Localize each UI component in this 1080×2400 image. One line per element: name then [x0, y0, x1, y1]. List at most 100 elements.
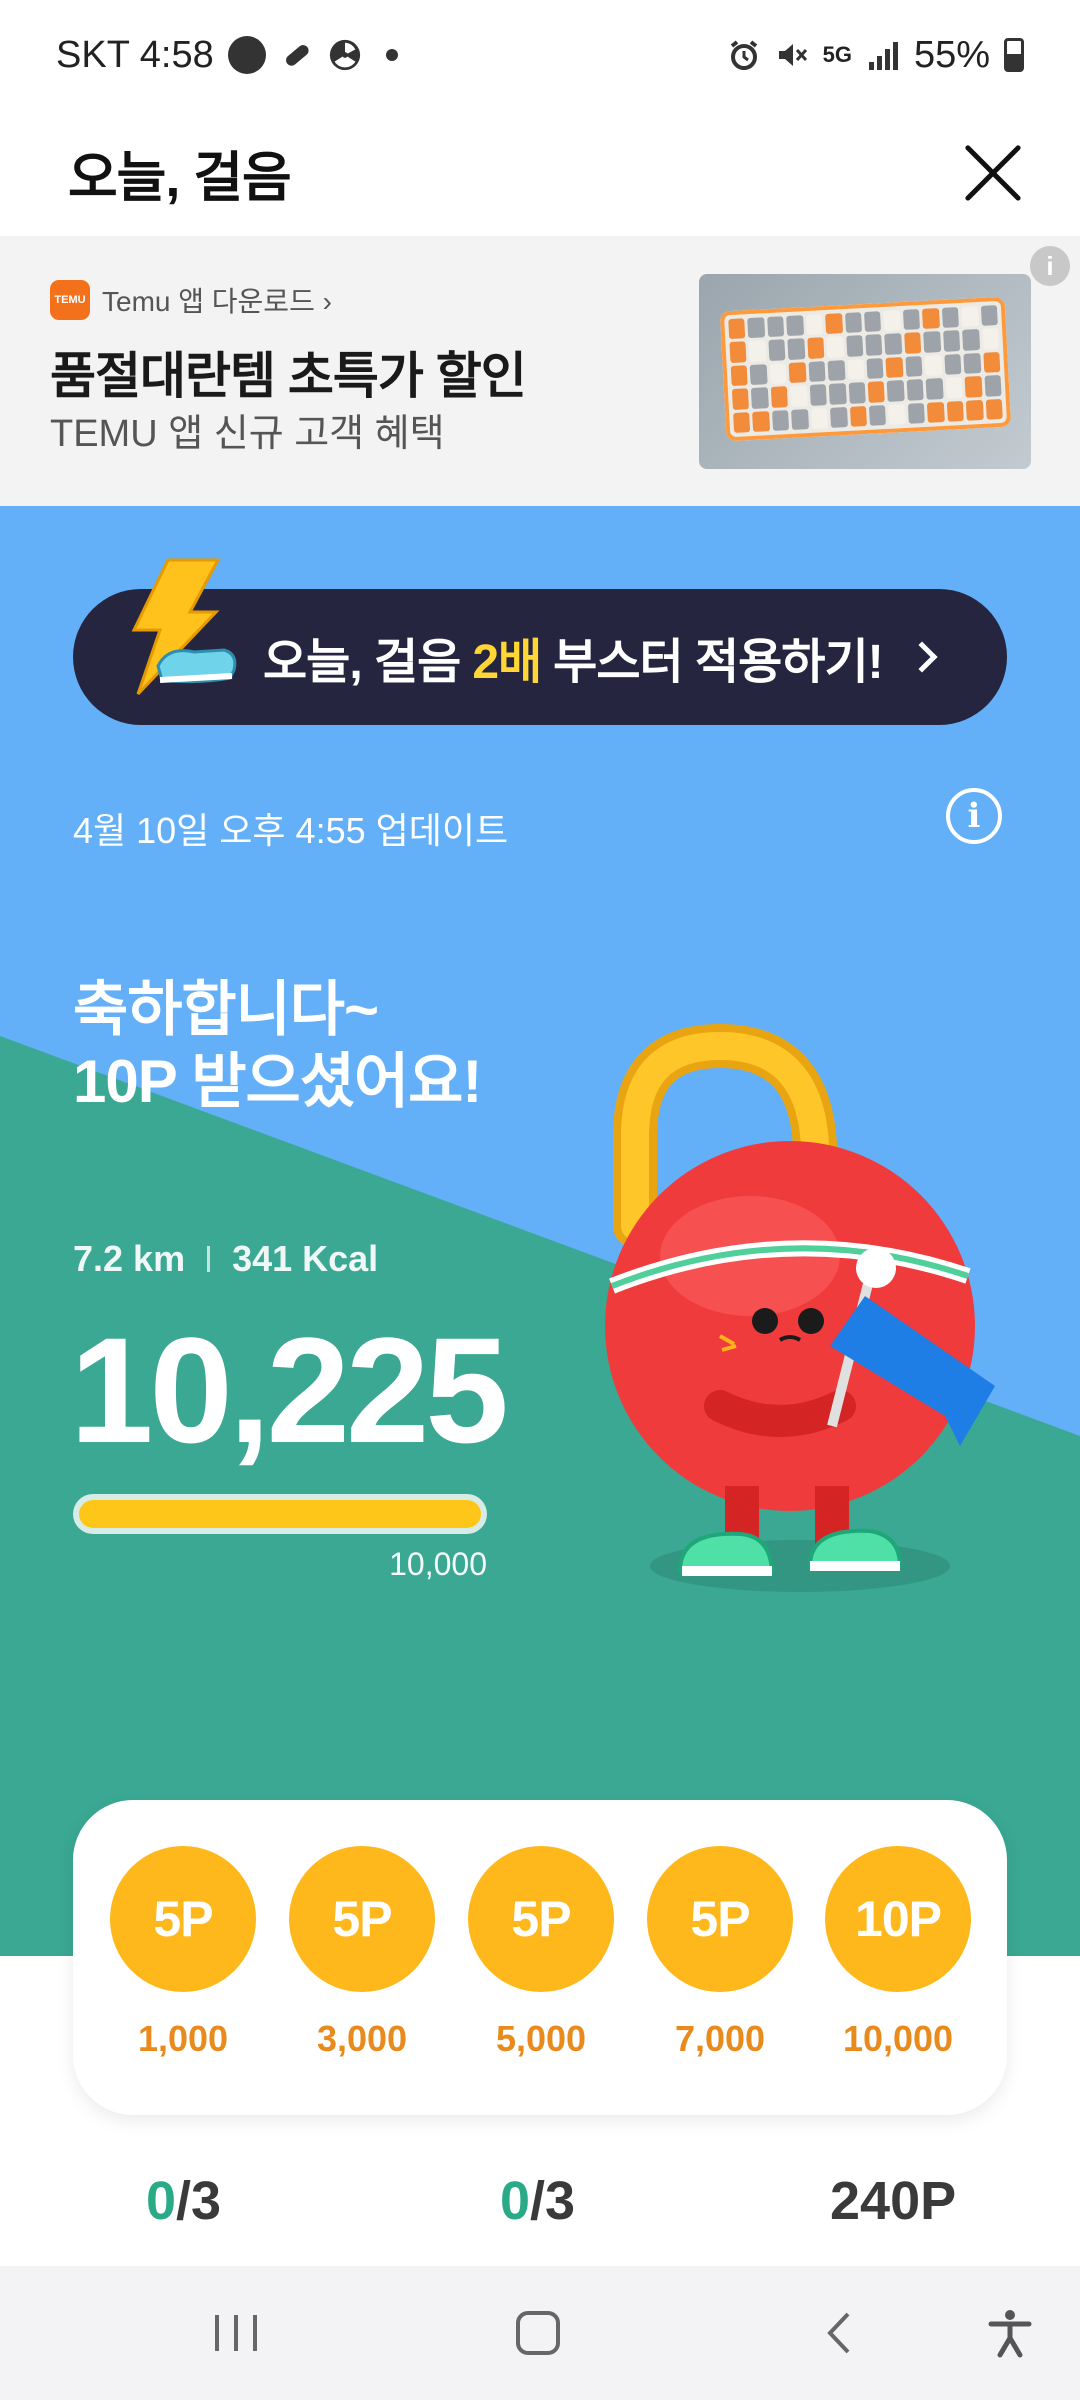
booster-suffix: 부스터 적용하기!: [553, 636, 883, 689]
ad-source[interactable]: TEMU Temu 앱 다운로드 ›: [50, 280, 332, 320]
reward-step-threshold: 1,000: [137, 2018, 229, 2059]
keyboard-key: [791, 408, 809, 430]
keyboard-key: [905, 355, 923, 378]
keyboard-key: [904, 332, 922, 354]
keyboard-key: [923, 331, 941, 353]
keyboard-key: [941, 307, 960, 329]
keyboard-key: [922, 308, 940, 330]
reward-coin: 5P: [468, 1846, 614, 1992]
keyboard-key: [887, 380, 905, 402]
reward-milestone[interactable]: 10P 10,000: [825, 1846, 971, 2060]
back-button[interactable]: [780, 2266, 900, 2400]
keyboard-key: [733, 411, 751, 433]
counter-first-total: /3: [176, 2171, 222, 2231]
keyboard-key: [924, 354, 943, 377]
keyboard-key: [844, 312, 863, 334]
update-time: 4월 10일 오후 4:55 업데이트: [73, 810, 509, 851]
header: 오늘, 걸음: [0, 110, 1080, 235]
battery-icon: [1004, 38, 1024, 72]
keyboard-key: [885, 356, 904, 379]
keyboard-key: [786, 315, 804, 337]
keyboard-key: [847, 358, 865, 381]
keyboard-key: [985, 398, 1003, 420]
keyboard-key: [944, 353, 962, 376]
keyboard-key: [750, 363, 768, 386]
keyboard-key: [810, 407, 829, 429]
counter-second-total: /3: [530, 2171, 576, 2231]
keyboard-key: [830, 406, 848, 428]
reward-milestone[interactable]: 5P 7,000: [647, 1846, 793, 2060]
points-total: 240P: [830, 2170, 956, 2232]
home-button[interactable]: [478, 2266, 598, 2400]
keyboard-key: [825, 313, 843, 335]
distance: 7.2 km: [73, 1238, 186, 1279]
ad-keyboard-image[interactable]: [699, 274, 1031, 469]
counters-row: 0/3 0/3 240P: [0, 2170, 1080, 2250]
status-bar: SKT 4:58 5G 55%: [0, 0, 1080, 110]
carrier-time: SKT 4:58: [56, 33, 214, 76]
keyboard-key: [790, 385, 808, 407]
keyboard-key: [884, 333, 903, 355]
step-progress-bar: [73, 1494, 487, 1534]
keyboard-key: [980, 305, 998, 327]
signal-icon: [866, 38, 900, 72]
chevron-right-icon: [906, 641, 938, 673]
reward-coin: 5P: [647, 1846, 793, 1992]
ad-info-icon[interactable]: i: [1030, 246, 1070, 286]
lock-app-icon: [227, 36, 266, 74]
keyboard-key: [730, 364, 749, 387]
keyboard-key: [787, 338, 806, 360]
keyboard-key: [942, 330, 961, 352]
reward-coin: 5P: [289, 1846, 435, 1992]
notification-dot-icon: [385, 49, 398, 61]
network-type: 5G: [822, 42, 852, 67]
close-button[interactable]: [958, 138, 1028, 208]
accessibility-icon: [988, 2310, 1032, 2358]
milestone-rewards-card: 5P 1,000 5P 3,000 5P 5,000 5P 7,000 10P 10,000: [73, 1800, 1007, 2115]
accessibility-button[interactable]: [950, 2266, 1070, 2400]
keyboard-key: [866, 357, 884, 380]
info-icon[interactable]: i: [946, 788, 1002, 844]
keyboard-key: [747, 317, 766, 339]
mute-icon: [775, 38, 809, 72]
keyboard-key: [729, 341, 747, 363]
pill-icon: [280, 38, 314, 72]
reward-milestone[interactable]: 5P 5,000: [468, 1846, 614, 2060]
recent-apps-icon: [215, 2315, 257, 2351]
keyboard-key: [751, 387, 769, 409]
ad-source-label: Temu 앱 다운로드 ›: [102, 286, 332, 317]
counter-second: 0/3: [500, 2170, 575, 2232]
keyboard-key: [849, 405, 867, 427]
step-goal: 10,000: [389, 1546, 487, 1582]
congrats-line1: 축하합니다~: [73, 976, 379, 1043]
keyboard-key: [982, 351, 1001, 373]
reward-milestone[interactable]: 5P 3,000: [289, 1846, 435, 2060]
keyboard-key: [867, 381, 886, 403]
keyboard-key: [826, 336, 844, 358]
keyboard-key: [961, 306, 979, 328]
reward-coin: 10P: [825, 1846, 971, 1992]
recent-apps-button[interactable]: [176, 2266, 296, 2400]
keyboard-key: [788, 361, 807, 384]
keyboard-key: [728, 318, 746, 340]
congrats-message: 축하합니다~ 10P 받으셨어요!: [73, 974, 482, 1118]
lightning-shoe-icon: [131, 558, 237, 696]
keyboard-key: [888, 403, 906, 425]
reward-step-threshold: 10,000: [842, 2018, 954, 2059]
keyboard-key: [963, 352, 981, 375]
status-left: SKT 4:58: [56, 34, 398, 77]
reward-step-threshold: 3,000: [316, 2018, 408, 2059]
temu-logo: TEMU: [50, 280, 90, 320]
keyboard-key: [883, 310, 901, 332]
keyboard-key: [771, 409, 790, 431]
keyboard-key: [865, 334, 883, 356]
ad-banner[interactable]: TEMU Temu 앱 다운로드 › 품절대란템 초특가 할인 TEMU 앱 신…: [0, 236, 1080, 506]
keyboard-key: [902, 309, 921, 331]
reward-milestone[interactable]: 5P 1,000: [110, 1846, 256, 2060]
page-title: 오늘, 걸음: [68, 148, 292, 208]
keyboard-key: [927, 401, 945, 423]
keyboard-key: [752, 410, 770, 432]
step-progress-fill: [79, 1500, 481, 1528]
keyboard-key: [925, 378, 944, 400]
keyboard-key: [848, 382, 866, 404]
